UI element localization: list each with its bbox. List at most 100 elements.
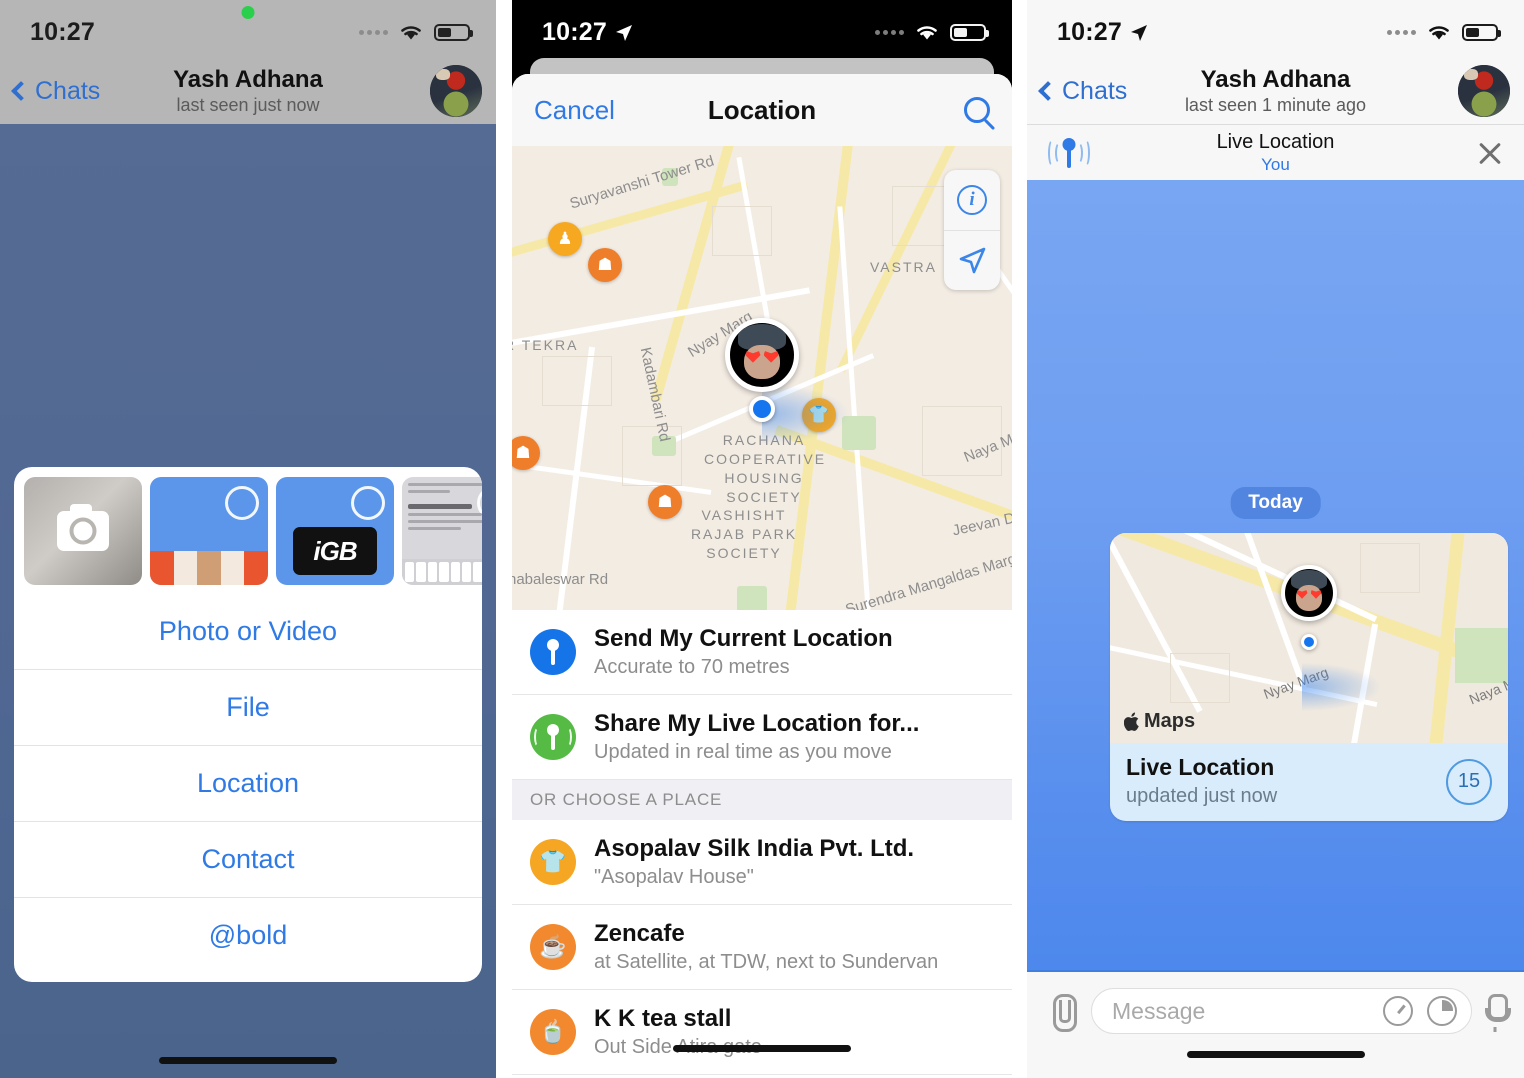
panel-location-picker: 10:27 Cancel Location Suryavanshi Tower … bbox=[512, 0, 1012, 1078]
map-area-label: R TEKRA bbox=[512, 337, 579, 353]
contact-avatar[interactable] bbox=[1458, 65, 1510, 117]
live-banner-who: You bbox=[1261, 154, 1290, 174]
send-current-location-row[interactable]: Send My Current Location Accurate to 70 … bbox=[512, 610, 1012, 695]
sticker-icon[interactable] bbox=[1427, 996, 1457, 1026]
place-row-zencafe[interactable]: ☕ Zencafe at Satellite, at TDW, next to … bbox=[512, 905, 1012, 990]
select-circle-icon[interactable] bbox=[351, 486, 385, 520]
home-indicator[interactable] bbox=[1186, 1051, 1365, 1058]
camera-tile[interactable] bbox=[24, 477, 142, 585]
map-info-button[interactable]: i bbox=[944, 170, 1000, 230]
photo-preview-strip bbox=[150, 551, 268, 585]
message-map-preview[interactable]: Nyay Marg Naya M Maps bbox=[1110, 533, 1508, 743]
countdown-badge: 15 bbox=[1446, 758, 1492, 805]
place-subtitle: "Asopalav House" bbox=[594, 866, 754, 888]
panel-attachment-menu: 10:27 Chats Yash Adhana last seen just n… bbox=[0, 0, 496, 1078]
message-input-field[interactable]: Message bbox=[1091, 988, 1472, 1034]
map-poi-icon[interactable]: ♟ bbox=[548, 222, 582, 256]
sheet-option-file[interactable]: File bbox=[14, 669, 482, 745]
live-location-message-bubble[interactable]: Nyay Marg Naya M Maps Live Location upda… bbox=[1110, 533, 1508, 821]
three-panel-screenshot: 10:27 Chats Yash Adhana last seen just n… bbox=[0, 0, 1524, 1078]
live-location-updated: updated just now bbox=[1126, 784, 1278, 807]
photo-tile-2-label: iGB bbox=[293, 527, 377, 575]
back-label: Chats bbox=[1062, 76, 1128, 105]
place-title: K K tea stall bbox=[594, 1005, 732, 1032]
live-location-banner[interactable]: Live Location You bbox=[1027, 124, 1524, 180]
photo-tile-1[interactable] bbox=[150, 477, 268, 585]
keyboard-preview bbox=[402, 559, 482, 585]
signal-dots-icon bbox=[359, 29, 388, 35]
home-indicator[interactable] bbox=[673, 1045, 851, 1052]
my-avatar bbox=[725, 318, 799, 392]
map-area-label: VASTRA bbox=[870, 259, 937, 275]
back-label: Chats bbox=[35, 76, 101, 105]
status-time: 10:27 bbox=[542, 18, 634, 47]
signal-dots-icon bbox=[875, 29, 904, 35]
map-poi-icon[interactable]: ☗ bbox=[588, 248, 622, 282]
microphone-icon[interactable] bbox=[1484, 994, 1511, 1032]
sheet-option-bold[interactable]: @bold bbox=[14, 897, 482, 973]
photo-tile-2[interactable]: iGB bbox=[276, 477, 394, 585]
map-locate-button[interactable] bbox=[944, 230, 1000, 290]
cancel-button[interactable]: Cancel bbox=[534, 95, 615, 126]
row-title: Share My Live Location for... bbox=[594, 710, 920, 737]
place-row-asopalav[interactable]: 👕 Asopalav Silk India Pvt. Ltd. "Asopala… bbox=[512, 820, 1012, 905]
row-subtitle: Updated in real time as you move bbox=[594, 741, 892, 763]
wifi-icon bbox=[917, 26, 937, 40]
recording-indicator-dot bbox=[241, 6, 255, 19]
battery-icon bbox=[1462, 23, 1501, 41]
live-location-title: Live Location bbox=[1126, 754, 1275, 780]
panel-live-location-sent: 10:27 Chats Yash Adhana last seen 1 minu… bbox=[1027, 0, 1524, 1078]
my-location-avatar-pin[interactable] bbox=[725, 318, 799, 392]
section-header-choose-a-place: OR CHOOSE A PLACE bbox=[512, 780, 1012, 820]
apple-maps-label: Maps bbox=[1144, 710, 1196, 732]
status-time: 10:27 bbox=[1057, 18, 1149, 47]
chat-navbar: Chats Yash Adhana last seen 1 minute ago bbox=[1027, 58, 1524, 124]
place-row-kk-tea-stall[interactable]: 🍵 K K tea stall Out Side Atira gate bbox=[512, 990, 1012, 1075]
coffee-icon: ☕ bbox=[530, 924, 576, 970]
paperclip-icon[interactable] bbox=[1045, 992, 1079, 1032]
signal-dots-icon bbox=[1387, 29, 1416, 35]
location-arrow-icon bbox=[615, 24, 632, 41]
home-indicator[interactable] bbox=[159, 1057, 337, 1064]
pin-icon bbox=[530, 629, 576, 675]
my-avatar bbox=[1281, 565, 1337, 621]
map-street-label: Surendra Mangaldas Marg bbox=[843, 550, 1012, 610]
select-circle-icon[interactable] bbox=[225, 486, 259, 520]
sheet-option-location[interactable]: Location bbox=[14, 745, 482, 821]
chat-navbar: Chats Yash Adhana last seen just now bbox=[0, 58, 496, 124]
map-street-label: habaleswar Rd bbox=[512, 571, 609, 588]
row-subtitle: Accurate to 70 metres bbox=[594, 656, 790, 678]
chevron-left-icon bbox=[11, 81, 31, 101]
share-live-location-row[interactable]: Share My Live Location for... Updated in… bbox=[512, 695, 1012, 780]
my-location-avatar-pin bbox=[1281, 565, 1337, 621]
status-icons bbox=[875, 22, 989, 42]
search-icon[interactable] bbox=[964, 97, 990, 123]
sheet-option-photo-or-video[interactable]: Photo or Video bbox=[14, 593, 482, 669]
teapot-icon: 🍵 bbox=[530, 1009, 576, 1055]
location-modal-navbar: Cancel Location bbox=[512, 74, 1012, 146]
back-to-chats-button[interactable]: Chats bbox=[1038, 76, 1128, 106]
map-poi-icon[interactable]: ☗ bbox=[648, 485, 682, 519]
live-pin-icon bbox=[530, 714, 576, 760]
camera-icon bbox=[57, 504, 109, 551]
live-banner-title: Live Location bbox=[1216, 130, 1335, 153]
location-arrow-icon bbox=[1130, 24, 1147, 41]
status-time: 10:27 bbox=[30, 18, 95, 46]
live-pin-icon bbox=[1047, 136, 1091, 170]
sheet-option-contact[interactable]: Contact bbox=[14, 821, 482, 897]
back-to-chats-button[interactable]: Chats bbox=[11, 76, 101, 106]
self-destruct-timer-icon[interactable] bbox=[1383, 996, 1413, 1026]
close-icon[interactable] bbox=[1476, 139, 1504, 167]
chevron-left-icon bbox=[1038, 81, 1058, 101]
battery-icon bbox=[434, 23, 473, 41]
current-location-dot bbox=[1301, 634, 1317, 650]
contact-avatar[interactable] bbox=[430, 65, 482, 117]
apple-maps-attribution: Maps bbox=[1124, 710, 1195, 733]
heading-beam bbox=[762, 384, 848, 444]
photo-tile-3[interactable] bbox=[402, 477, 482, 585]
status-bar: 10:27 bbox=[0, 0, 496, 58]
shirt-icon: 👕 bbox=[530, 839, 576, 885]
place-title: Zencafe bbox=[594, 920, 685, 947]
photo-thumbnail-row[interactable]: iGB bbox=[14, 467, 482, 593]
map-view[interactable]: Suryavanshi Tower Rd Nyay Marg Kadambari… bbox=[512, 146, 1012, 610]
